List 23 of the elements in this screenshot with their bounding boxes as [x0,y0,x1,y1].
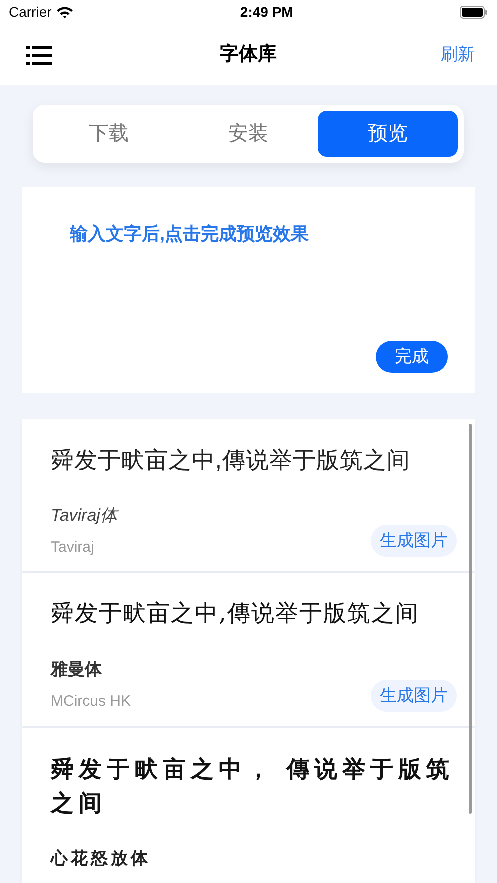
status-time: 2:49 PM [240,3,294,22]
segment-tab[interactable]: 下载 [39,111,179,157]
preview-text-field[interactable]: 输入文字后,点击完成预览效果 [70,221,427,248]
done-button[interactable]: 完成 [376,340,448,372]
font-sample-text: 舜发于畎亩之中， 傳说举于版筑之间 [51,754,456,818]
font-display-name: 雅曼体 [51,658,103,682]
page-title: 字体库 [220,42,277,67]
segment-tab[interactable]: 安装 [178,111,318,157]
carrier-label: Carrier [9,3,52,22]
generate-image-button[interactable]: 生成图片 [371,680,457,712]
font-display-name: Taviraj体 [51,505,118,527]
refresh-button[interactable]: 刷新 [441,42,475,68]
font-name: MCircus HK [51,692,132,712]
font-sample-text: 舜发于畎亩之中,傳说举于版筑之间 [51,600,420,629]
font-sample-text: 舜发于畎亩之中,傳说举于版筑之间 [51,446,412,474]
wifi-icon [56,6,74,19]
menu-icon [26,44,52,66]
font-name: Taviraj [51,538,96,558]
battery-icon [460,6,488,19]
font-display-name: 心花怒放体 [51,848,151,870]
menu-button[interactable] [26,44,53,66]
generate-image-button[interactable]: 生成图片 [371,525,457,557]
segment-tab[interactable]: 预览 [318,111,458,157]
